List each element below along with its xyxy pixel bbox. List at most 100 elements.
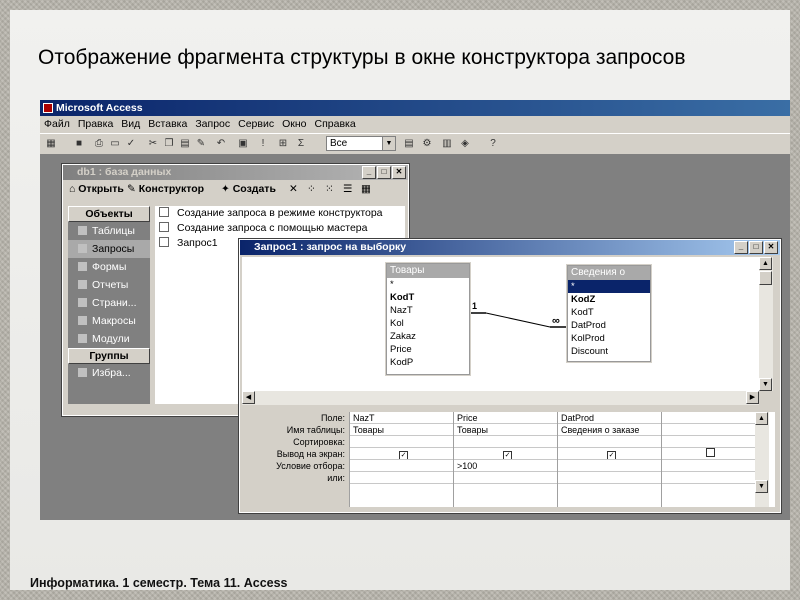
grid-show-cell[interactable]: ✓ <box>350 448 454 460</box>
groups-header[interactable]: Группы <box>68 348 150 364</box>
grid-criteria-cell[interactable]: >100 <box>454 460 558 472</box>
query-window-title-bar[interactable]: Запрос1 : запрос на выборку _ □ ✕ <box>240 240 780 255</box>
show-checkbox[interactable]: ✓ <box>503 451 512 459</box>
grid-field-cell[interactable]: Price <box>454 412 558 424</box>
show-table-icon[interactable]: ⊞ <box>276 137 290 151</box>
list-item[interactable]: Создание запроса в режиме конструктора <box>155 206 405 221</box>
show-checkbox[interactable] <box>706 448 715 457</box>
grid-field-cell[interactable] <box>662 412 756 424</box>
menu-help[interactable]: Справка <box>311 116 360 133</box>
grid-show-cell[interactable] <box>662 448 756 460</box>
menu-edit[interactable]: Правка <box>74 116 117 133</box>
field-list-svedeniya[interactable]: Сведения о * KodZ KodT DatProd KolProd D… <box>566 264 652 363</box>
scroll-up-icon[interactable]: ▲ <box>755 412 768 425</box>
maximize-button[interactable]: □ <box>377 166 391 179</box>
field-item[interactable]: Discount <box>568 345 650 358</box>
grid-sort-cell[interactable] <box>662 436 756 448</box>
grid-table-cell[interactable]: Сведения о заказе <box>558 424 662 436</box>
scroll-up-icon[interactable]: ▲ <box>759 257 772 270</box>
group-favorites[interactable]: Избра... <box>68 364 150 382</box>
scroll-down-icon[interactable]: ▼ <box>759 378 772 391</box>
field-item[interactable]: KodZ <box>568 293 650 306</box>
build-icon[interactable]: ⚙ <box>420 137 434 151</box>
menu-file[interactable]: Файл <box>40 116 74 133</box>
new-object-icon[interactable]: ◈ <box>458 137 472 151</box>
close-button[interactable]: ✕ <box>764 241 778 254</box>
save-icon[interactable]: ■ <box>72 137 86 151</box>
object-macros[interactable]: Макросы <box>68 312 150 330</box>
scroll-right-icon[interactable]: ▶ <box>746 391 759 404</box>
totals-icon[interactable]: Σ <box>294 137 308 151</box>
undo-icon[interactable]: ↶ <box>214 137 228 151</box>
delete-icon[interactable]: ✕ <box>289 183 298 195</box>
grid-column[interactable]: DatProd Сведения о заказе ✓ <box>557 412 662 507</box>
field-item[interactable]: NazT <box>387 304 469 317</box>
cut-icon[interactable]: ✂ <box>146 137 160 151</box>
field-item[interactable]: Price <box>387 343 469 356</box>
grid-criteria-cell[interactable] <box>350 460 454 472</box>
field-item[interactable]: KodT <box>387 291 469 304</box>
menu-insert[interactable]: Вставка <box>144 116 191 133</box>
grid-column[interactable] <box>661 412 756 507</box>
copy-icon[interactable]: ❐ <box>162 137 176 151</box>
maximize-button[interactable]: □ <box>749 241 763 254</box>
grid-show-cell[interactable]: ✓ <box>454 448 558 460</box>
grid-or-cell[interactable] <box>454 472 558 484</box>
field-item[interactable]: KolProd <box>568 332 650 345</box>
run-icon[interactable]: ! <box>256 137 270 151</box>
grid-sort-cell[interactable] <box>350 436 454 448</box>
spelling-icon[interactable]: ✓ <box>124 137 138 151</box>
grid-column[interactable]: Price Товары ✓ >100 <box>453 412 558 507</box>
menu-query[interactable]: Запрос <box>191 116 234 133</box>
object-reports[interactable]: Отчеты <box>68 276 150 294</box>
minimize-button[interactable]: _ <box>362 166 376 179</box>
grid-column[interactable]: NazT Товары ✓ <box>349 412 454 507</box>
menu-view[interactable]: Вид <box>117 116 144 133</box>
object-queries[interactable]: Запросы <box>68 240 150 258</box>
field-item[interactable]: DatProd <box>568 319 650 332</box>
show-checkbox[interactable]: ✓ <box>399 451 408 459</box>
field-item[interactable]: KodT <box>568 306 650 319</box>
grid-or-cell[interactable] <box>662 472 756 484</box>
grid-table-cell[interactable] <box>662 424 756 436</box>
object-modules[interactable]: Модули <box>68 330 150 348</box>
database-window-title-bar[interactable]: db1 : база данных _ □ ✕ <box>63 165 408 180</box>
print-icon[interactable]: ⎙ <box>92 137 106 151</box>
objects-header[interactable]: Объекты <box>68 206 150 222</box>
field-item[interactable]: * <box>568 280 650 293</box>
format-painter-icon[interactable]: ✎ <box>194 137 208 151</box>
menu-window[interactable]: Окно <box>278 116 310 133</box>
grid-or-cell[interactable] <box>350 472 454 484</box>
field-item[interactable]: Zakaz <box>387 330 469 343</box>
properties-icon[interactable]: ▤ <box>402 137 416 151</box>
field-list-tovary[interactable]: Товары * KodT NazT Kol Zakaz Price KodP <box>385 262 471 376</box>
field-item[interactable]: KodP <box>387 356 469 369</box>
help-icon[interactable]: ? <box>486 137 500 151</box>
preview-icon[interactable]: ▭ <box>108 137 122 151</box>
object-forms[interactable]: Формы <box>68 258 150 276</box>
scroll-left-icon[interactable]: ◀ <box>242 391 255 404</box>
view-icon[interactable]: ▦ <box>44 137 58 151</box>
details-icon[interactable]: ▦ <box>361 183 371 195</box>
scroll-thumb[interactable] <box>759 271 772 285</box>
field-item[interactable]: Kol <box>387 317 469 330</box>
table-pane-horizontal-scrollbar[interactable]: ◀ ▶ <box>242 391 759 405</box>
close-button[interactable]: ✕ <box>392 166 406 179</box>
chevron-down-icon[interactable]: ▼ <box>382 137 395 150</box>
show-checkbox[interactable]: ✓ <box>607 451 616 459</box>
create-button[interactable]: ✦ Создать <box>221 183 276 195</box>
field-item[interactable]: * <box>387 278 469 291</box>
designer-button[interactable]: ✎ Конструктор <box>127 183 204 195</box>
grid-table-cell[interactable]: Товары <box>454 424 558 436</box>
large-icons-icon[interactable]: ⁘ <box>307 183 316 195</box>
query-type-icon[interactable]: ▣ <box>236 137 250 151</box>
grid-field-cell[interactable]: DatProd <box>558 412 662 424</box>
grid-or-cell[interactable] <box>558 472 662 484</box>
field-list-title[interactable]: Сведения о <box>568 266 650 280</box>
minimize-button[interactable]: _ <box>734 241 748 254</box>
object-tables[interactable]: Таблицы <box>68 222 150 240</box>
list-item[interactable]: Создание запроса с помощью мастера <box>155 221 405 236</box>
grid-table-cell[interactable]: Товары <box>350 424 454 436</box>
grid-criteria-cell[interactable] <box>662 460 756 472</box>
database-window-icon[interactable]: ▥ <box>440 137 454 151</box>
